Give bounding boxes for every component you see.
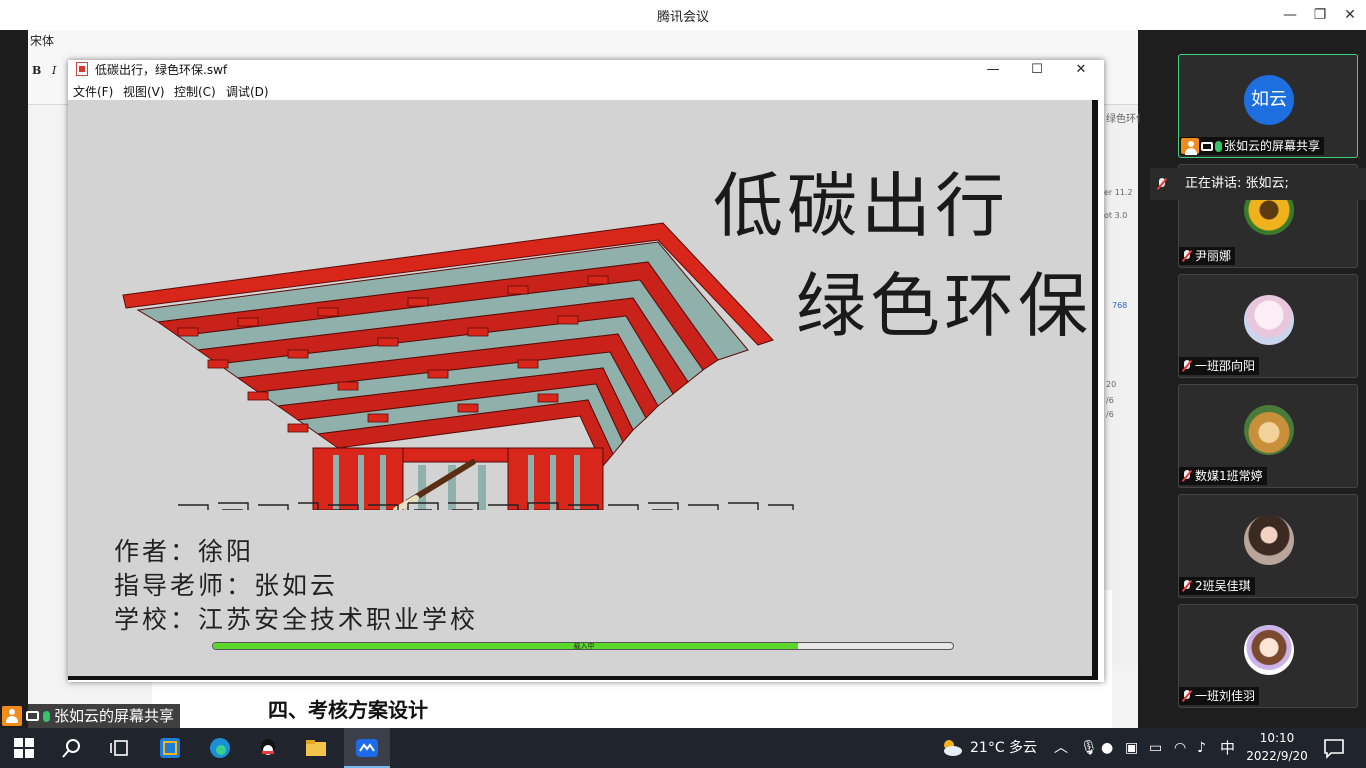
participant-name-tag: 一班邵向阳 bbox=[1179, 357, 1260, 375]
participant-panel: 如云 张如云的屏幕共享 尹丽娜 正在讲话: 张如云; 一班邵向阳 数媒1班常婷 bbox=[1140, 30, 1366, 728]
file-explorer-icon[interactable] bbox=[304, 736, 328, 760]
mic-muted-icon bbox=[1181, 690, 1193, 702]
taskbar: 21°C 多云 ︿ 🎙 ● ▣ ▭ ◠ ♪ 中 10:10 2022/9/20 bbox=[0, 728, 1366, 768]
tencent-meeting-icon[interactable] bbox=[355, 736, 379, 760]
participant-name-tag: 一班刘佳羽 bbox=[1179, 687, 1260, 705]
swf-menubar: 文件(F) 视图(V) 控制(C) 调试(D) bbox=[68, 80, 1104, 100]
swf-titlebar: 低碳出行，绿色环保.swf — ☐ ✕ bbox=[68, 60, 1104, 80]
screen-share-tag: 张如云的屏幕共享 bbox=[0, 704, 181, 728]
notification-icon[interactable] bbox=[1322, 736, 1346, 760]
side-text: ot 3.0 bbox=[1104, 211, 1128, 220]
mic-muted-icon bbox=[1156, 178, 1168, 190]
restore-button[interactable]: ❐ bbox=[1308, 4, 1332, 26]
avatar bbox=[1244, 405, 1294, 455]
participant-name-tag: 张如云的屏幕共享 bbox=[1179, 137, 1325, 155]
loading-progress-bar: 载入中 bbox=[212, 642, 954, 650]
loading-label: 载入中 bbox=[573, 642, 595, 650]
speaking-indicator: 正在讲话: 张如云; bbox=[1150, 168, 1366, 200]
word-side-panel: 绿色环保 er 11.2 ot 3.0 768 20 /6 /6 bbox=[1102, 105, 1146, 665]
italic-button: I bbox=[52, 64, 57, 77]
search-icon[interactable] bbox=[60, 736, 84, 760]
minimize-button[interactable]: — bbox=[1278, 4, 1302, 26]
participant-name: 尹丽娜 bbox=[1195, 249, 1232, 263]
windows-start-icon[interactable] bbox=[12, 736, 36, 760]
screen-share-icon bbox=[1201, 141, 1213, 151]
ime-indicator[interactable]: 中 bbox=[1220, 728, 1235, 768]
swf-file-icon bbox=[76, 62, 88, 76]
monitor-icon[interactable]: ▣ bbox=[1125, 728, 1138, 768]
document-heading: 四、考核方案设计 bbox=[268, 698, 428, 722]
weather-text[interactable]: 21°C 多云 bbox=[970, 728, 1037, 768]
meeting-titlebar: 腾讯会议 — ❐ ✕ bbox=[0, 0, 1366, 30]
person-icon bbox=[1181, 138, 1199, 155]
mic-muted-icon bbox=[1181, 250, 1193, 262]
side-text: er 11.2 bbox=[1104, 188, 1133, 197]
avatar bbox=[1244, 515, 1294, 565]
participant-tile[interactable]: 数媒1班常婷 bbox=[1178, 384, 1358, 488]
task-view-icon[interactable] bbox=[108, 736, 132, 760]
side-text: 768 bbox=[1112, 301, 1128, 310]
participant-name: 一班邵向阳 bbox=[1195, 359, 1256, 373]
qq-icon[interactable] bbox=[256, 736, 280, 760]
participant-name: 数媒1班常婷 bbox=[1195, 469, 1263, 483]
flash-stage[interactable]: 低碳出行 绿色环保 作者：徐阳 指导老师：张如云 学校：江苏安全技术职业学校 载… bbox=[68, 100, 1098, 680]
person-icon bbox=[2, 706, 22, 726]
clock-date[interactable]: 2022/9/20 bbox=[1244, 749, 1310, 763]
avatar bbox=[1244, 625, 1294, 675]
participant-name-tag: 数媒1班常婷 bbox=[1179, 467, 1267, 485]
mic-muted-icon bbox=[1181, 580, 1193, 592]
swf-minimize-button[interactable]: — bbox=[980, 60, 1006, 80]
app-icon-blue[interactable] bbox=[158, 736, 182, 760]
side-text: 20 bbox=[1106, 380, 1117, 389]
speaking-text: 正在讲话: 张如云; bbox=[1185, 176, 1289, 191]
meeting-title: 腾讯会议 bbox=[656, 10, 709, 25]
mic-icon bbox=[1215, 140, 1222, 152]
bold-button: B bbox=[32, 64, 42, 77]
participant-tile[interactable]: 一班邵向阳 bbox=[1178, 274, 1358, 378]
avatar bbox=[1244, 295, 1294, 345]
menu-control[interactable]: 控制(C) bbox=[174, 83, 216, 100]
font-name-box: 宋体 bbox=[30, 34, 55, 48]
mic-muted-icon bbox=[1181, 470, 1193, 482]
mic-muted-icon bbox=[1181, 360, 1193, 372]
credit-author: 作者：徐阳 bbox=[114, 537, 255, 566]
participant-tile[interactable]: 一班刘佳羽 bbox=[1178, 604, 1358, 708]
credit-school: 学校：江苏安全技术职业学校 bbox=[114, 605, 479, 634]
participant-name: 一班刘佳羽 bbox=[1195, 689, 1256, 703]
participant-tile[interactable]: 2班吴佳琪 bbox=[1178, 494, 1358, 598]
mic-icon bbox=[43, 710, 50, 722]
participant-name: 2班吴佳琪 bbox=[1195, 579, 1251, 593]
qq-tray-icon[interactable]: ● bbox=[1101, 728, 1113, 768]
clock-time[interactable]: 10:10 bbox=[1244, 731, 1310, 745]
credit-advisor: 指导老师：张如云 bbox=[114, 571, 339, 600]
chevron-up-icon[interactable]: ︿ bbox=[1054, 728, 1068, 768]
side-text: /6 bbox=[1106, 410, 1114, 419]
share-tag-label: 张如云的屏幕共享 bbox=[54, 707, 175, 725]
slogan-line-2: 绿色环保 bbox=[796, 265, 1092, 347]
menu-debug[interactable]: 调试(D) bbox=[226, 83, 269, 100]
shared-screen: 宋体 B I 绿色环保 er 11.2 ot 3.0 768 20 /6 /6 … bbox=[0, 30, 1146, 730]
close-button[interactable]: ✕ bbox=[1338, 4, 1362, 26]
participant-name: 张如云的屏幕共享 bbox=[1224, 139, 1321, 153]
participant-name-tag: 2班吴佳琪 bbox=[1179, 577, 1255, 595]
swf-player-window: 低碳出行，绿色环保.swf — ☐ ✕ 文件(F) 视图(V) 控制(C) 调试… bbox=[68, 60, 1104, 682]
side-text: /6 bbox=[1106, 396, 1114, 405]
participant-name-tag: 尹丽娜 bbox=[1179, 247, 1236, 265]
swf-title: 低碳出行，绿色环保.swf bbox=[95, 63, 228, 77]
menu-file[interactable]: 文件(F) bbox=[73, 83, 113, 100]
volume-icon[interactable]: ♪ bbox=[1197, 728, 1206, 768]
menu-view[interactable]: 视图(V) bbox=[123, 83, 165, 100]
screen-share-icon bbox=[26, 711, 39, 721]
participant-tile[interactable]: 如云 张如云的屏幕共享 bbox=[1178, 54, 1358, 158]
china-pavilion-illustration bbox=[122, 222, 794, 510]
microphone-icon[interactable]: 🎙 bbox=[1080, 728, 1098, 768]
swf-close-button[interactable]: ✕ bbox=[1068, 60, 1094, 80]
weather-icon[interactable] bbox=[940, 736, 964, 760]
battery-icon[interactable]: ▭ bbox=[1149, 728, 1162, 768]
edge-browser-icon[interactable] bbox=[208, 736, 232, 760]
wifi-icon[interactable]: ◠ bbox=[1174, 728, 1186, 768]
swf-maximize-button[interactable]: ☐ bbox=[1024, 60, 1050, 80]
avatar: 如云 bbox=[1244, 75, 1294, 125]
